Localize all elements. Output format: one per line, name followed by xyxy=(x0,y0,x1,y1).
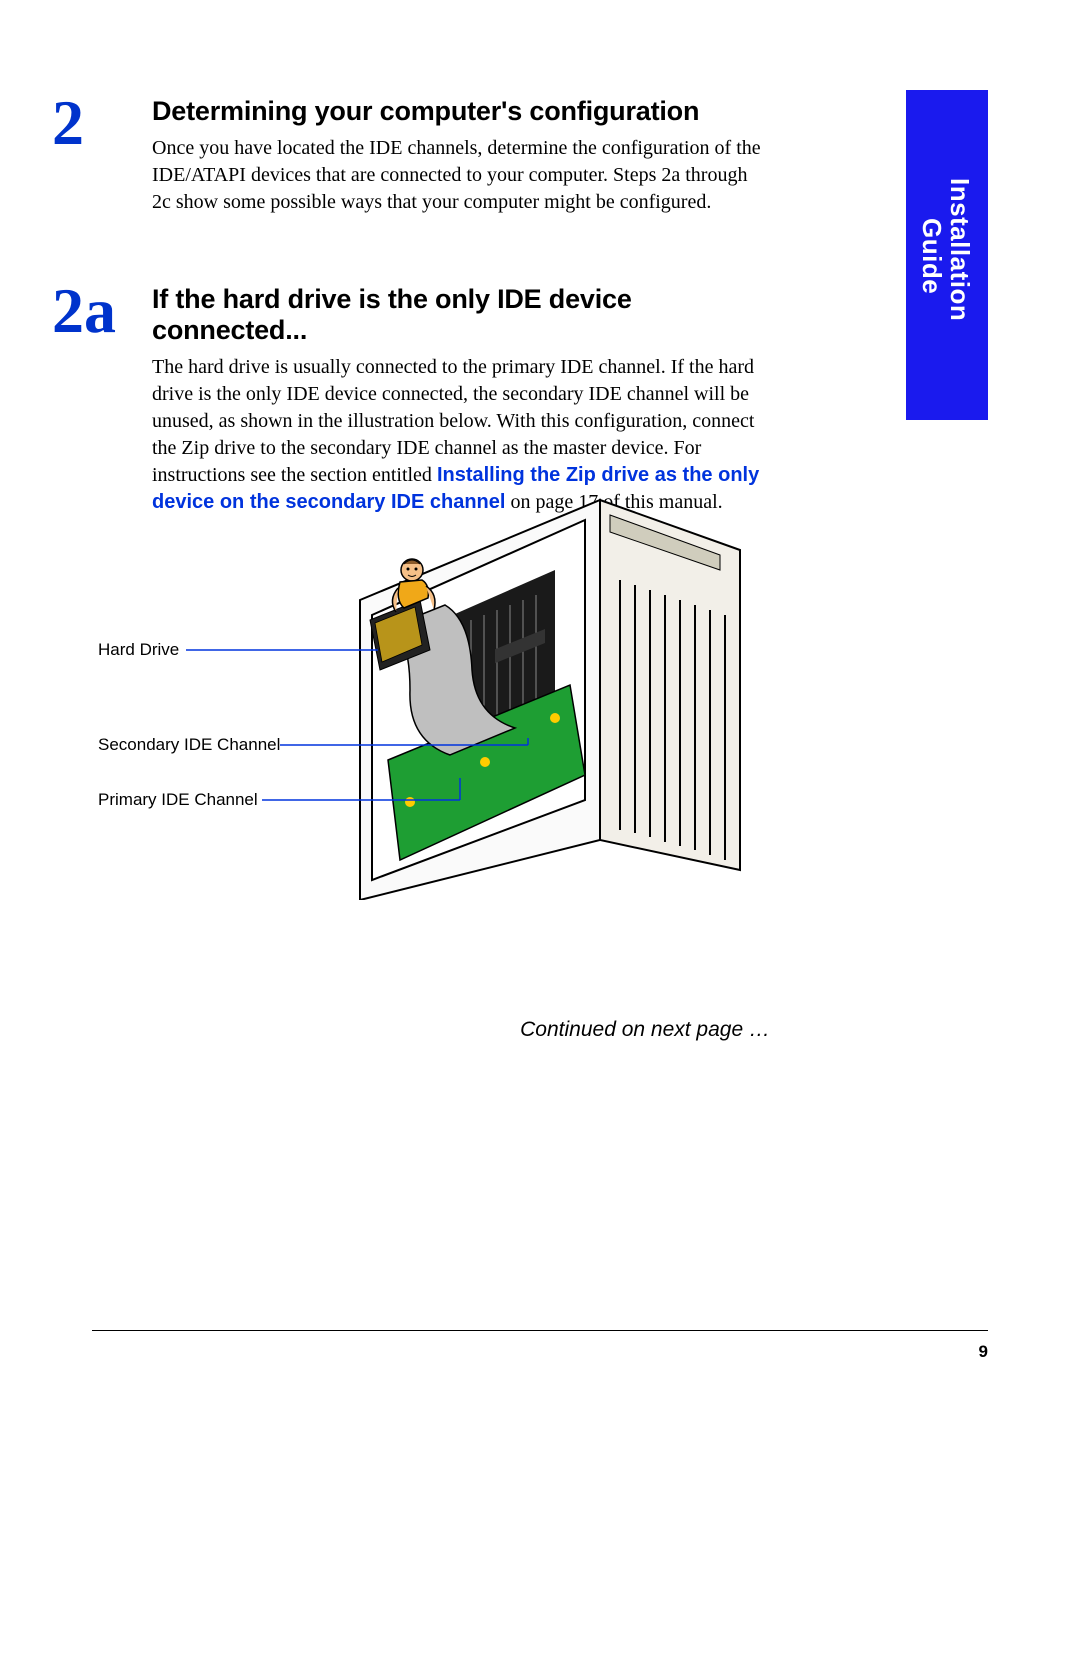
heading-2a: If the hard drive is the only IDE device… xyxy=(152,284,762,346)
footer-rule xyxy=(92,1330,988,1331)
side-tab-line1: Installation xyxy=(944,178,975,321)
side-tab: Installation Guide xyxy=(906,90,988,420)
step-number-2a: 2a xyxy=(52,274,116,348)
document-page: Installation Guide 2 Determining your co… xyxy=(0,0,1080,1669)
body-2: Once you have located the IDE channels, … xyxy=(152,135,762,216)
computer-illustration xyxy=(300,470,760,900)
continued-note: Continued on next page … xyxy=(520,1018,770,1042)
step-number-2: 2 xyxy=(52,86,84,160)
callout-hard-drive: Hard Drive xyxy=(98,640,179,660)
page-number: 9 xyxy=(979,1342,988,1362)
callout-secondary-ide: Secondary IDE Channel xyxy=(98,735,280,755)
heading-2: Determining your computer's configuratio… xyxy=(152,96,762,127)
callout-primary-ide: Primary IDE Channel xyxy=(98,790,258,810)
section-2: Determining your computer's configuratio… xyxy=(152,96,762,216)
side-tab-line2: Guide xyxy=(916,218,947,294)
